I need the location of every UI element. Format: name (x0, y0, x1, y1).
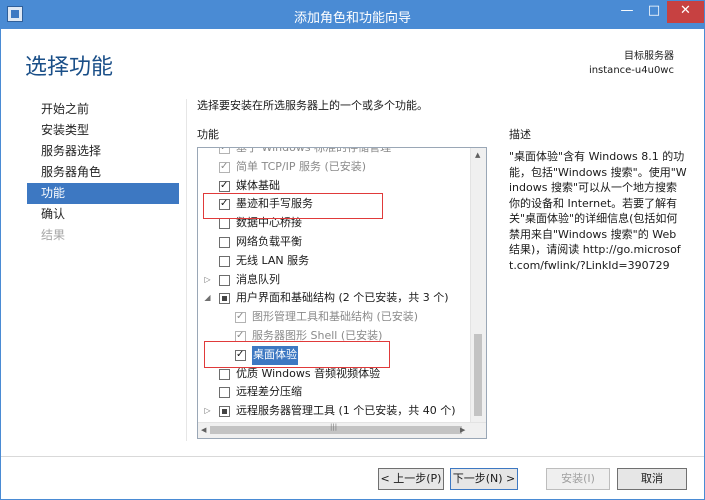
feature-label: 消息队列 (236, 272, 280, 286)
feature-row[interactable]: ◢ 用户界面和基础结构 (2 个已安装，共 3 个) (198, 289, 471, 308)
nav-item[interactable]: 功能 (27, 183, 179, 204)
nav-item[interactable]: 服务器选择 (27, 141, 179, 162)
nav-item: 结果 (41, 228, 66, 242)
expand-toggle-icon[interactable]: ▷ (203, 271, 212, 290)
feature-label: 无线 LAN 服务 (236, 253, 310, 267)
feature-checkbox[interactable] (219, 406, 230, 418)
page-title: 选择功能 (25, 55, 114, 80)
target-server-label: 目标服务器 (624, 51, 674, 62)
vertical-scroll-thumb[interactable] (474, 334, 482, 416)
nav-item[interactable]: 安装类型 (27, 120, 179, 141)
expand-toggle-icon[interactable]: ▷ (203, 402, 212, 421)
feature-checkbox[interactable] (219, 218, 230, 230)
feature-checkbox[interactable] (219, 368, 230, 380)
feature-checkbox (219, 158, 230, 177)
description-heading: 描述 (509, 128, 531, 141)
nav-item[interactable]: 服务器角色 (27, 162, 179, 183)
feature-label: 用户界面和基础结构 (2 个已安装，共 3 个) (236, 291, 449, 305)
feature-row[interactable]: ▷ 消息队列 (198, 271, 471, 290)
highlight-box-desktop-experience (204, 341, 390, 368)
nav-item[interactable]: 开始之前 (27, 99, 179, 120)
expand-toggle-icon[interactable]: ◢ (203, 289, 212, 308)
feature-checkbox[interactable] (219, 177, 230, 195)
description-text: "桌面体验"含有 Windows 8.1 的功能，包括"Windows 搜索"。… (509, 150, 687, 272)
feature-row[interactable]: 基于 Windows 标准的存储管理 (198, 147, 471, 158)
next-button[interactable]: 下一步(N) > (450, 468, 518, 490)
feature-label: 网络负载平衡 (236, 234, 302, 248)
title-bar[interactable]: 添加角色和功能向导 — □ ✕ (1, 1, 704, 29)
instruction-text: 选择要安装在所选服务器上的一个或多个功能。 (197, 99, 428, 112)
wizard-nav: 开始之前 安装类型 服务器选择 服务器角色 功能 确认结果 (27, 99, 179, 246)
feature-checkbox (235, 308, 246, 327)
features-tree[interactable]: 基于 Windows 标准的存储管理简单 TCP/IP 服务 (已安装)媒体基础… (197, 147, 487, 439)
feature-label: 简单 TCP/IP 服务 (已安装) (236, 159, 367, 173)
target-server-info: 目标服务器 instance-u4u0wc (589, 50, 674, 78)
highlight-box-ink-service (203, 193, 383, 219)
previous-button[interactable]: < 上一步(P) (378, 468, 444, 490)
feature-checkbox[interactable] (219, 387, 230, 399)
scroll-right-icon[interactable]: ▶ (460, 426, 465, 434)
horizontal-scrollbar[interactable]: ◀ ▶ (198, 422, 486, 438)
feature-checkbox[interactable] (219, 274, 230, 286)
install-button[interactable]: 安装(I) (546, 468, 610, 490)
close-button[interactable]: ✕ (667, 1, 704, 23)
minimize-button[interactable]: — (613, 1, 641, 23)
nav-divider (186, 99, 187, 441)
vertical-scrollbar[interactable]: ▲ (470, 148, 486, 423)
feature-row[interactable]: ▷ 远程服务器管理工具 (1 个已安装，共 40 个) (198, 402, 471, 421)
feature-checkbox[interactable] (219, 255, 230, 267)
feature-row[interactable]: 远程差分压缩 (198, 383, 471, 402)
maximize-button[interactable]: □ (641, 1, 667, 23)
wizard-window: 添加角色和功能向导 — □ ✕ 选择功能 目标服务器 instance-u4u0… (0, 0, 705, 500)
feature-checkbox[interactable] (219, 236, 230, 248)
features-heading: 功能 (197, 128, 219, 141)
feature-row[interactable]: 网络负载平衡 (198, 233, 471, 252)
cancel-button[interactable]: 取消 (617, 468, 687, 490)
feature-row[interactable]: 简单 TCP/IP 服务 (已安装) (198, 158, 471, 177)
feature-row[interactable]: 无线 LAN 服务 (198, 252, 471, 271)
features-list: 基于 Windows 标准的存储管理简单 TCP/IP 服务 (已安装)媒体基础… (198, 147, 471, 421)
feature-label: 图形管理工具和基础结构 (已安装) (252, 310, 419, 324)
feature-row[interactable]: 图形管理工具和基础结构 (已安装) (198, 308, 471, 327)
horizontal-scroll-thumb[interactable] (210, 423, 462, 434)
footer-divider (1, 456, 704, 457)
feature-checkbox[interactable] (219, 293, 230, 305)
feature-label: 基于 Windows 标准的存储管理 (236, 147, 392, 154)
window-title: 添加角色和功能向导 (293, 11, 411, 26)
feature-checkbox (219, 148, 230, 158)
scroll-up-icon[interactable]: ▲ (475, 151, 480, 159)
scroll-left-icon[interactable]: ◀ (201, 426, 206, 434)
target-server-name: instance-u4u0wc (588, 65, 674, 76)
feature-label: 远程服务器管理工具 (1 个已安装，共 40 个) (236, 404, 456, 418)
feature-label: 远程差分压缩 (236, 385, 302, 399)
nav-item[interactable]: 确认 (27, 204, 179, 225)
